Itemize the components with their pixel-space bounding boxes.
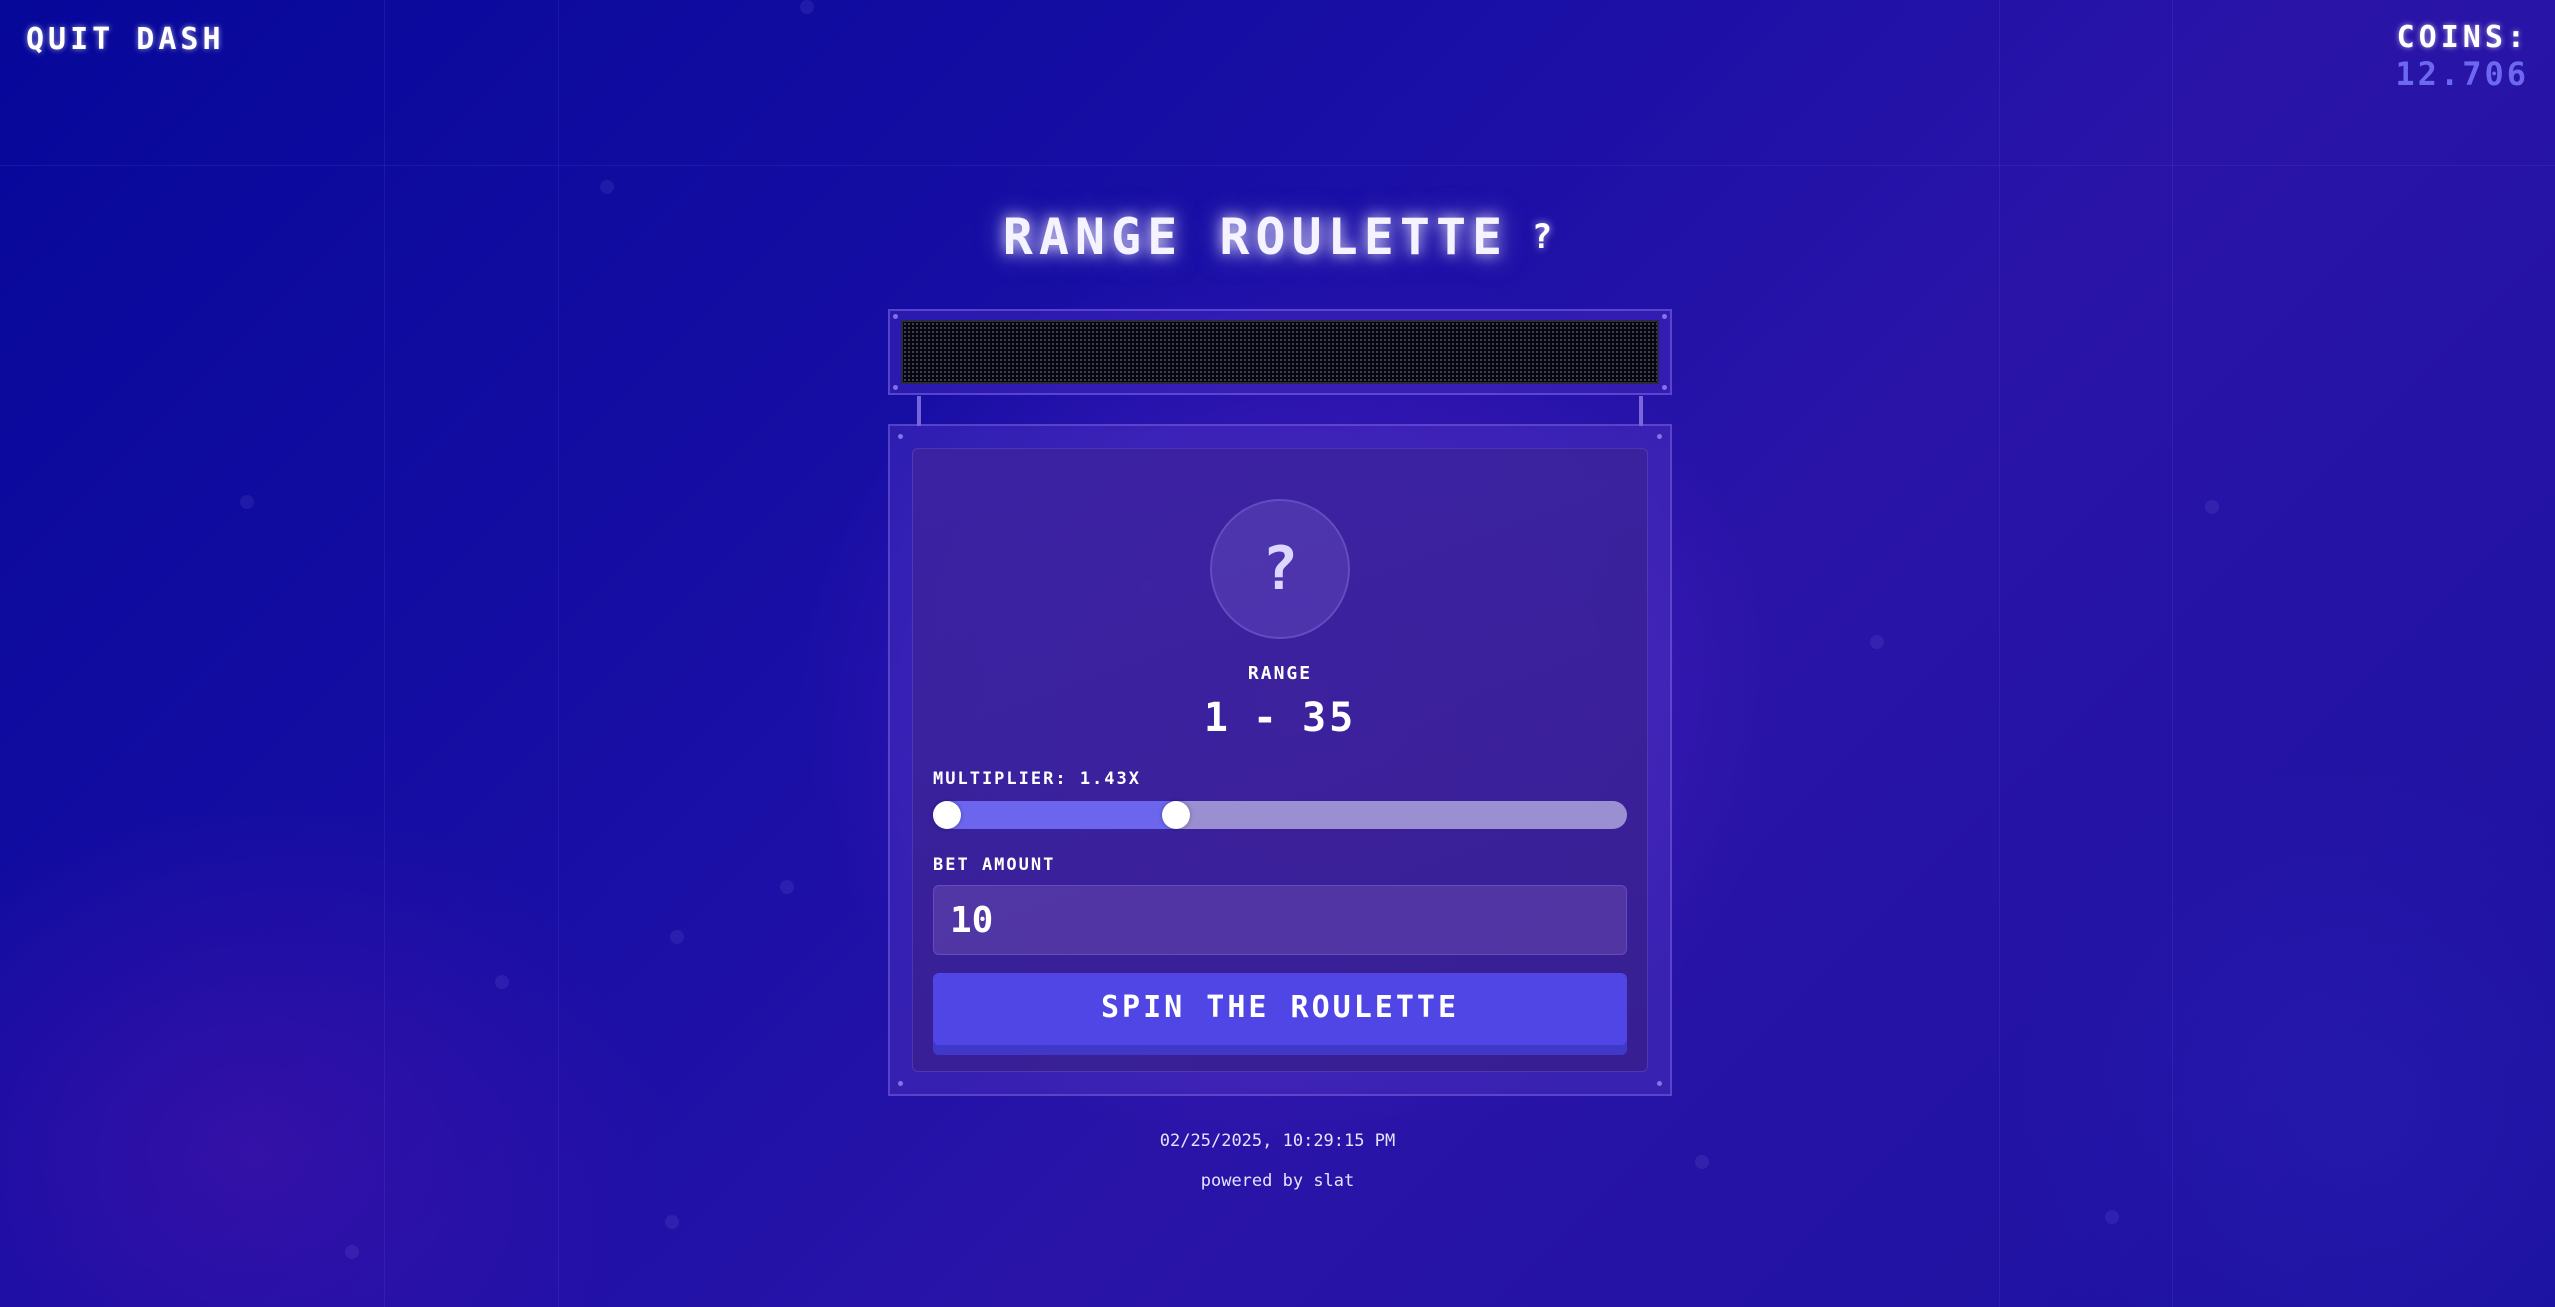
powered-by: powered by slat <box>1200 1171 1355 1191</box>
roulette-machine: ? RANGE 1-35 MULTIPLIER: 1.43X BET AMOUN… <box>888 424 1672 1096</box>
range-slider[interactable] <box>933 801 1627 829</box>
rivet <box>893 314 898 319</box>
particle <box>670 930 684 944</box>
particle <box>2205 500 2219 514</box>
rivet <box>1662 385 1667 390</box>
grid-line <box>0 165 2555 166</box>
rivet <box>898 434 903 439</box>
slider-handle-min[interactable] <box>933 801 961 829</box>
display-support <box>917 396 921 426</box>
particle <box>600 180 614 194</box>
particle <box>800 0 814 14</box>
rivet <box>898 1081 903 1086</box>
range-value: 1-35 <box>913 695 1647 741</box>
page-title: RANGE ROULETTE <box>1002 208 1509 266</box>
control-panel: ? RANGE 1-35 MULTIPLIER: 1.43X BET AMOUN… <box>912 448 1648 1072</box>
particle <box>780 880 794 894</box>
display-support <box>1639 396 1643 426</box>
multiplier-label: MULTIPLIER: 1.43X <box>933 769 1141 789</box>
coins-display: COINS: 12.706 <box>2395 20 2529 93</box>
range-max: 35 <box>1302 695 1357 741</box>
bet-amount-input[interactable]: 10 <box>933 885 1627 955</box>
rivet <box>1657 1081 1662 1086</box>
rivet <box>1662 314 1667 319</box>
grid-line <box>558 0 559 1307</box>
range-min: 1 <box>1203 695 1231 741</box>
rivet <box>1657 434 1662 439</box>
particle <box>240 495 254 509</box>
slider-handle-max[interactable] <box>1161 801 1190 829</box>
rivet <box>893 385 898 390</box>
result-display: ? <box>1210 499 1350 639</box>
particle <box>1695 1155 1709 1169</box>
coins-value: 12.706 <box>2395 55 2529 93</box>
range-separator: - <box>1252 695 1280 741</box>
grid-line <box>2172 0 2173 1307</box>
question-mark-icon: ? <box>1261 534 1299 604</box>
particle <box>345 1245 359 1259</box>
spin-button[interactable]: SPIN THE ROULETTE <box>933 973 1627 1055</box>
particle <box>1870 635 1884 649</box>
title-bar: RANGE ROULETTE ? <box>0 208 2555 266</box>
grid-line <box>384 0 385 1307</box>
grid-line <box>1999 0 2000 1307</box>
particle <box>2105 1210 2119 1224</box>
help-icon[interactable]: ? <box>1532 217 1552 257</box>
bet-amount-label: BET AMOUNT <box>933 855 1056 875</box>
particle <box>665 1215 679 1229</box>
quit-dash-button[interactable]: QUIT DASH <box>26 22 225 57</box>
particle <box>495 975 509 989</box>
range-label: RANGE <box>1247 663 1313 684</box>
display-screen <box>901 320 1659 384</box>
slider-fill <box>933 801 1190 829</box>
timestamp: 02/25/2025, 10:29:15 PM <box>1159 1131 1396 1151</box>
coins-label: COINS: <box>2396 20 2529 55</box>
dot-matrix-display <box>888 309 1672 395</box>
